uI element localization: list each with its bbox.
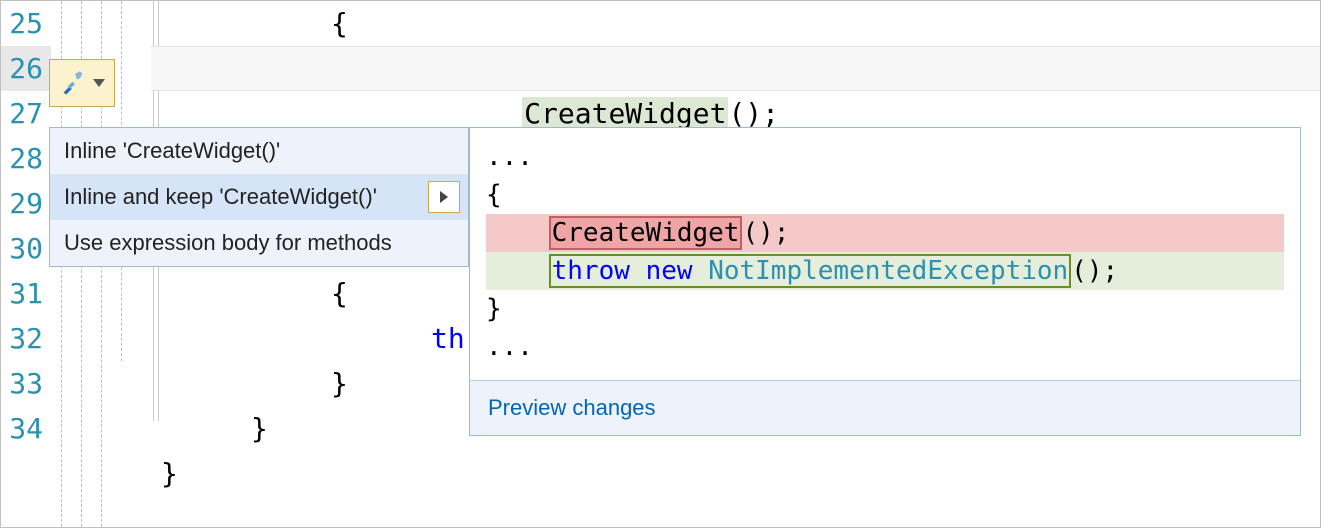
code-call-createwidget: CreateWidget(); (421, 46, 779, 91)
submenu-arrow[interactable] (428, 181, 460, 213)
quick-actions-menu: Inline 'CreateWidget()'Inline and keep '… (49, 127, 469, 267)
menu-item-0[interactable]: Inline 'CreateWidget()' (50, 128, 468, 174)
menu-item-1[interactable]: Inline and keep 'CreateWidget()' (50, 174, 468, 220)
code-brace-close-1: } (251, 406, 268, 451)
refactor-preview-pane: ... { CreateWidget(); throw new NotImple… (469, 127, 1301, 436)
preview-ellipsis-top: ... (486, 138, 1284, 176)
line-number: 31 (1, 271, 51, 316)
preview-open-brace: { (486, 176, 1284, 214)
line-number: 26 (1, 46, 51, 91)
code-brace-open-2: { (331, 271, 348, 316)
preview-close-brace: } (486, 290, 1284, 328)
line-number: 30 (1, 226, 51, 271)
chevron-right-icon (440, 191, 448, 203)
preview-diff: ... { CreateWidget(); throw new NotImple… (470, 128, 1300, 380)
code-brace-open: { (331, 1, 348, 46)
line-number: 28 (1, 136, 51, 181)
quick-actions-button[interactable] (49, 59, 115, 107)
line-number: 29 (1, 181, 51, 226)
preview-removed-line: CreateWidget(); (486, 214, 1284, 252)
line-number: 32 (1, 316, 51, 361)
line-number: 33 (1, 361, 51, 406)
line-number-gutter: 25262728293031323334 (1, 1, 51, 527)
line-number: 34 (1, 406, 51, 451)
preview-footer: Preview changes (470, 380, 1300, 435)
code-brace-close-2: } (331, 361, 348, 406)
line-number: 25 (1, 1, 51, 46)
preview-ellipsis-bottom: ... (486, 328, 1284, 366)
preview-changes-link[interactable]: Preview changes (488, 395, 656, 420)
line-number: 27 (1, 91, 51, 136)
code-partial-throw: th (431, 316, 465, 361)
menu-item-2[interactable]: Use expression body for methods (50, 220, 468, 266)
chevron-down-icon (93, 79, 105, 87)
code-brace-close-0: } (161, 451, 178, 496)
preview-added-line: throw new NotImplementedException(); (486, 252, 1284, 290)
screwdriver-icon (59, 69, 87, 97)
